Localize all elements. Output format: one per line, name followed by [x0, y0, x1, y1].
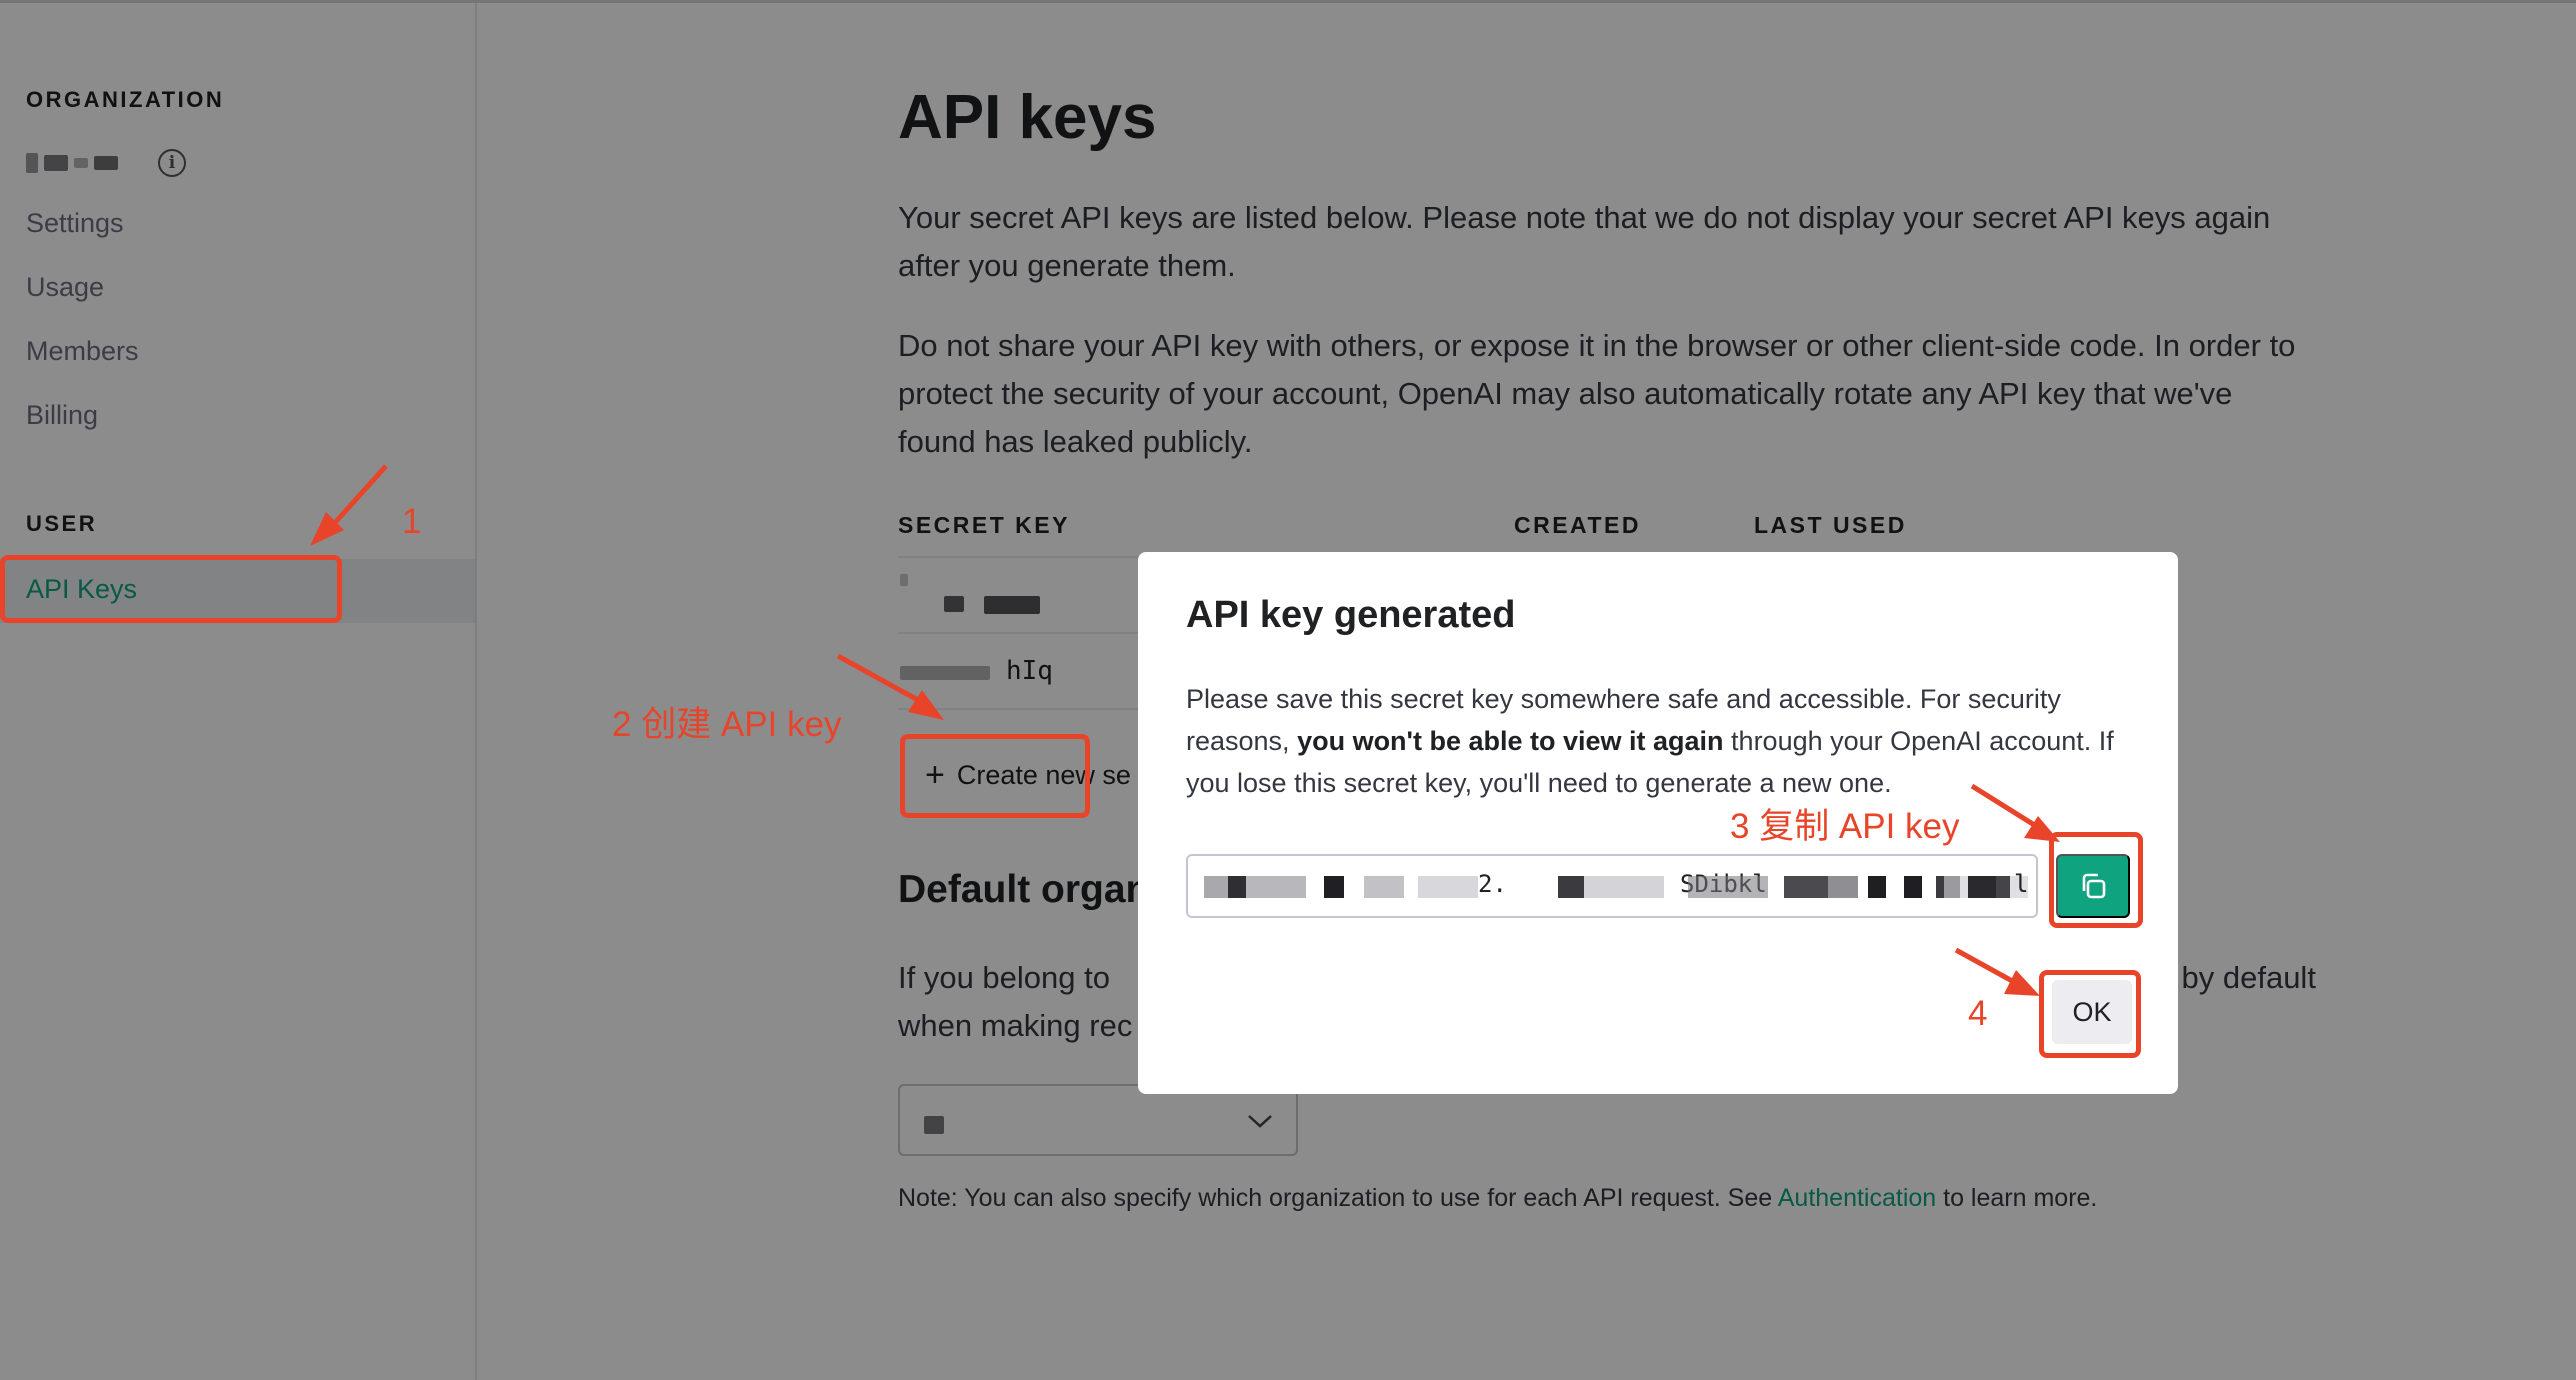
annotation-step-1: 1 — [402, 502, 422, 541]
modal-message-bold: you won't be able to view it again — [1297, 726, 1724, 756]
api-key-field[interactable]: 2. SDibkl l — [1186, 854, 2038, 918]
annotation-step-2: 2 创建 API key — [612, 705, 842, 744]
api-key-modal: API key generated Please save this secre… — [1138, 552, 2178, 1094]
annotation-box-ok — [2039, 970, 2141, 1058]
annotation-step-4: 4 — [1968, 994, 1988, 1033]
annotation-box-create — [900, 734, 1090, 818]
modal-message: Please save this secret key somewhere sa… — [1186, 678, 2146, 804]
modal-title: API key generated — [1186, 594, 1516, 636]
key-fragment-3: l — [2014, 870, 2029, 898]
app-root: ORGANIZATION i Settings Usage Members Bi… — [0, 0, 2576, 1380]
key-fragment-1: 2. — [1478, 870, 1507, 898]
annotation-box-api-keys — [0, 555, 342, 623]
annotation-box-copy — [2049, 832, 2143, 928]
annotation-step-3: 3 复制 API key — [1730, 807, 1960, 846]
